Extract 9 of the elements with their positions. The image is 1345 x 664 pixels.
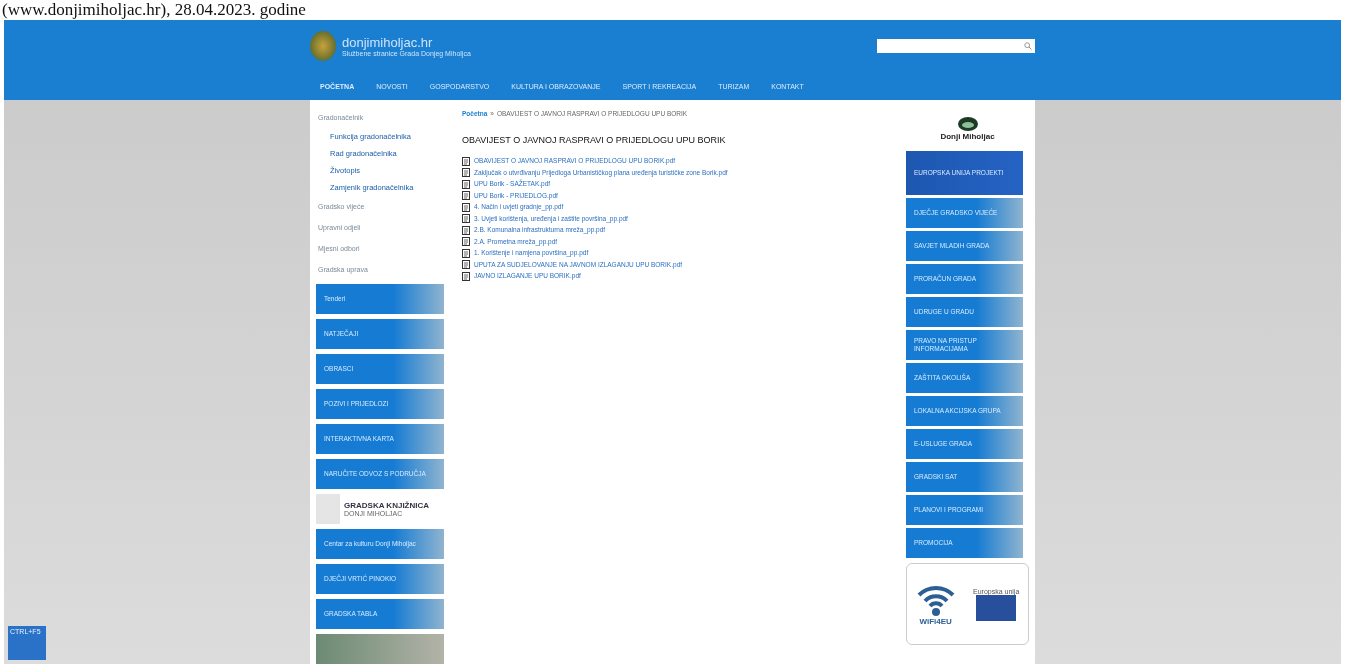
emblem-icon [956,115,979,132]
site-name[interactable]: donjimiholjac.hr [342,35,871,50]
page-title: OBAVIJEST O JAVNOJ RASPRAVI O PRIJEDLOGU UPU BORIK [462,135,727,145]
document-caption: (www.donjimiholjac.hr), 28.04.2023. godine [1,0,307,20]
search-icon[interactable] [1024,42,1032,50]
eu-flag-icon [976,594,1017,621]
wifi4eu-label: WiFi4EU [919,616,952,626]
logo-caption: Donji Miholjac [940,131,995,141]
search-field[interactable] [877,39,1035,53]
